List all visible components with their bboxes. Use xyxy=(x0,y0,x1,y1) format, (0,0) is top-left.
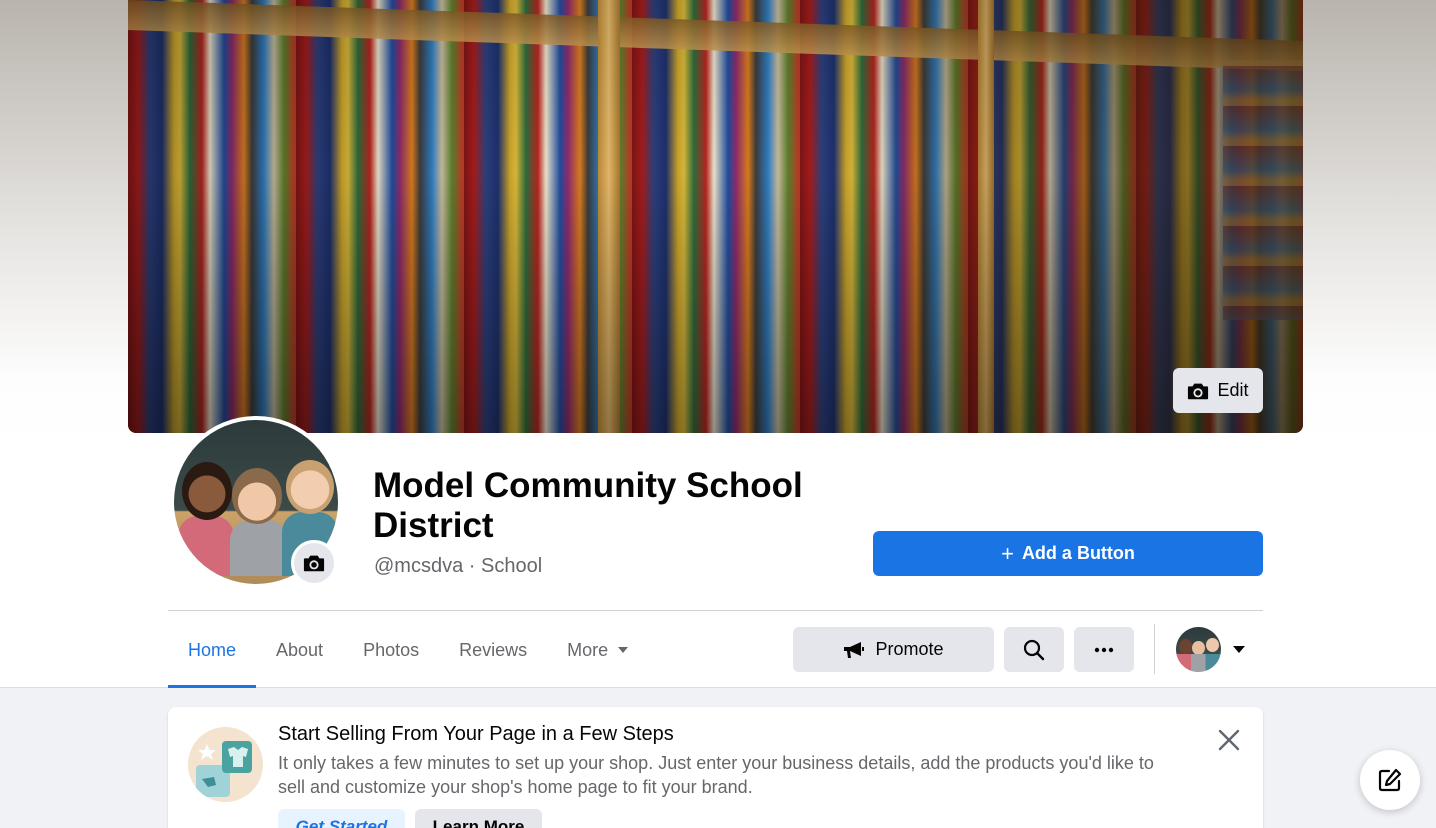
megaphone-icon xyxy=(844,641,865,658)
tab-label: Home xyxy=(188,639,237,660)
page-title: Model Community School District xyxy=(373,466,803,545)
add-button-label: Add a Button xyxy=(1021,543,1135,563)
shop-promo-card: Start Selling From Your Page in a Few St… xyxy=(168,707,1263,828)
avatar-face xyxy=(182,462,232,520)
page-handle-category: @mcsdva · School xyxy=(374,555,543,577)
search-button[interactable] xyxy=(1004,627,1064,672)
page-tabs: Home About Photos Reviews More xyxy=(168,612,648,688)
promote-button[interactable]: Promote xyxy=(793,627,994,672)
tab-reviews[interactable]: Reviews xyxy=(439,612,547,688)
plus-icon: + xyxy=(1001,540,1014,566)
tab-more[interactable]: More xyxy=(547,612,648,688)
chevron-down-icon xyxy=(618,647,629,653)
tab-label: Reviews xyxy=(459,639,528,660)
tab-label: Photos xyxy=(363,639,420,660)
more-options-button[interactable] xyxy=(1074,627,1134,672)
camera-icon xyxy=(1188,383,1209,399)
edit-cover-label: Edit xyxy=(1217,380,1249,400)
learn-more-button[interactable]: Learn More xyxy=(415,809,542,828)
chevron-down-icon xyxy=(1233,646,1245,653)
promote-label: Promote xyxy=(875,639,944,659)
shop-card-title: Start Selling From Your Page in a Few St… xyxy=(278,723,674,745)
toolbar-separator xyxy=(1154,624,1155,674)
shop-icon xyxy=(188,727,263,802)
tab-about[interactable]: About xyxy=(256,612,343,688)
avatar-face xyxy=(1179,639,1192,654)
search-icon xyxy=(1023,639,1045,660)
compose-icon xyxy=(1378,768,1402,792)
update-profile-picture-button[interactable] xyxy=(291,540,337,586)
tab-label: More xyxy=(567,639,609,660)
avatar-figure xyxy=(1176,654,1221,672)
close-button[interactable] xyxy=(1214,725,1244,755)
edit-cover-button[interactable]: Edit xyxy=(1173,368,1263,413)
close-icon xyxy=(1218,729,1240,751)
avatar-figure xyxy=(178,516,234,576)
new-message-button[interactable] xyxy=(1360,750,1420,810)
header-divider xyxy=(168,610,1263,611)
avatar-face xyxy=(286,460,334,514)
avatar-figure xyxy=(230,520,288,576)
tab-home[interactable]: Home xyxy=(168,612,257,688)
get-started-button[interactable]: Get Started xyxy=(278,809,405,828)
avatar xyxy=(1176,627,1221,672)
cover-shade xyxy=(128,0,1303,433)
camera-icon xyxy=(303,555,325,572)
tab-label: About xyxy=(276,639,324,660)
avatar-face xyxy=(1192,641,1205,655)
avatar-face xyxy=(1206,638,1219,652)
shop-card-description: It only takes a few minutes to set up yo… xyxy=(278,753,1154,797)
avatar-face xyxy=(232,468,282,524)
add-a-button-button[interactable]: + Add a Button xyxy=(873,531,1263,576)
ellipsis-icon xyxy=(1094,647,1114,652)
tab-photos[interactable]: Photos xyxy=(343,612,439,688)
cover-photo[interactable] xyxy=(128,0,1303,433)
account-switcher[interactable] xyxy=(1176,627,1246,672)
